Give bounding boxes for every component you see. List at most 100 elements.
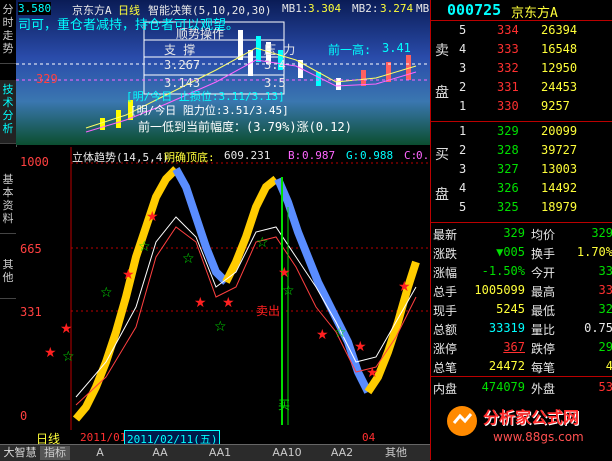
left-vertical-tabs: 分时走势 技术分析 基本资料 其他 [0,0,17,444]
stat-value: 33 [598,283,612,297]
svg-text:☆: ☆ [100,285,113,301]
support-label: 支 撑 [164,43,196,57]
svg-text:★: ★ [60,321,73,337]
stats-row: 现手 5245 最低 32 [431,300,612,319]
prev-high-value: 3.41 [382,41,411,55]
tab-other[interactable]: 其他 [0,255,16,299]
stat-value: 1.70% [576,245,612,259]
indicator-tabs: 大智慧 指标 A AA AA1 AA10 AA2 其他 [0,444,430,461]
price: 329 [497,124,519,138]
mb1-value: 3.304 [308,2,342,15]
tab-aa1[interactable]: AA1 [200,446,240,460]
buy-label-2: 盘 [435,187,449,203]
stat-key: 今开 [531,266,556,280]
stat-key: 涨幅 [433,266,458,280]
buy-row: 2 328 39727 [453,141,612,160]
svg-text:★: ★ [278,265,291,281]
volume: 39727 [541,143,578,157]
mid-price-label: 329 [36,72,58,86]
stat-value: 329 [591,226,612,240]
prev-high-label: 前一高: [328,43,372,57]
tab-technical[interactable]: 技术分析 [0,80,16,144]
volume: 24453 [541,80,578,94]
sell-row: 1 330 9257 [453,97,612,116]
svg-text:★: ★ [44,345,57,361]
brand-label: 大智慧 [3,446,37,459]
svg-text:☆: ☆ [138,239,151,255]
decision-chart-panel[interactable]: 3.580 京东方A 日线 智能决策(5,10,20,30) MB1: 3.30… [16,0,430,145]
svg-text:★: ★ [354,339,367,355]
stat-value: -1.50% [481,264,525,278]
tab-aa10[interactable]: AA10 [262,446,312,460]
level: 4 [459,181,467,195]
volume: 9257 [541,99,570,113]
svg-text:☆: ☆ [62,349,75,365]
tab-other-bottom[interactable]: 其他 [376,446,416,460]
tab-fundamentals[interactable]: 基本资料 [0,170,16,234]
stat-value: 329 [503,226,525,240]
stat-value: 32 [598,302,612,316]
date-end: 04 [362,431,376,444]
stats-row: 内盘 474079 外盘 53 [431,378,612,397]
price: 327 [497,162,519,176]
trend-indicator-chart[interactable]: 立体趋势(14,5,4) 明确顶底: 609.231 B: 0.987 G: 0… [16,147,430,432]
tab-intraday[interactable]: 分时走势 [0,0,16,64]
stock-name: 京东方A [511,6,558,21]
sell-row: 4 333 16548 [453,40,612,59]
pressure-label: 压 力 [264,43,296,57]
sell-side-label: 卖 盘 [431,22,451,118]
stat-value: 53 [598,380,612,394]
tab-indicator[interactable]: 指标 [40,446,70,460]
stats-row: 总额 33319 量比 0.75 [431,319,612,338]
svg-text:★: ★ [398,279,411,295]
stats-row: 涨幅 -1.50% 今开 33 [431,262,612,281]
price: 331 [497,80,519,94]
stat-key: 总额 [433,323,458,337]
stats-table: 最新 329 均价 329 涨跌 ▼005 换手 1.70% 涨幅 -1.50% 今开 33 总手… [431,224,612,400]
quote-panel: 000725 京东方A 卖 盘 5 334 26394 4 333 16548 3 332… [430,0,612,460]
stat-key: 涨跌 [433,247,458,261]
watermark-url: www.88gs.com [493,430,584,444]
sell-row: 3 332 12950 [453,59,612,78]
stat-key: 外盘 [531,382,556,396]
sell-orders: 5 334 26394 4 333 16548 3 332 12950 2 331 24453 … [453,21,612,121]
level: 1 [459,124,467,138]
sell-row: 5 334 26394 [453,21,612,40]
stat-key: 换手 [531,247,556,261]
stat-value: 24472 [488,359,525,373]
tab-aa[interactable]: AA [140,446,180,460]
stat-value: 474079 [481,380,525,394]
price: 330 [497,99,519,113]
price: 333 [497,42,519,56]
buy-orders: 1 329 20099 2 328 39727 3 327 13003 4 326 14492 … [453,122,612,222]
trend-staircase [72,166,420,422]
buy-annotation: 买 [278,398,290,412]
price: 334 [497,23,519,37]
quote-header: 000725 京东方A [431,0,612,21]
tab-a[interactable]: A [80,446,120,460]
svg-text:☆: ☆ [334,325,347,341]
amplitude-line: 前一低到当前幅度：(3.79%)涨(0.12) [138,120,352,134]
stats-row: 涨跌 ▼005 换手 1.70% [431,243,612,262]
mb1-label: MB1: [282,2,309,15]
date-bar: 日线 2011/01 2011/02/11(五) 04 [16,430,430,448]
stat-key: 均价 [531,228,556,242]
date-start: 2011/01 [80,431,127,444]
stat-key: 最新 [433,228,458,242]
price: 328 [497,143,519,157]
level: 2 [459,143,467,157]
stat-key: 总手 [433,285,458,299]
volume: 18979 [541,200,578,214]
svg-text:★: ★ [316,327,329,343]
volume: 14492 [541,181,578,195]
stat-key: 总笔 [433,361,458,375]
stats-row: 涨停 367 跌停 29 [431,338,612,357]
watermark-logo-icon [447,406,477,436]
mb2-label: MB2: [352,2,379,15]
level: 4 [459,42,467,56]
stat-key: 量比 [531,323,556,337]
trend-label: 顺势操作 [176,27,225,41]
price: 326 [497,181,519,195]
tab-aa2[interactable]: AA2 [322,446,362,460]
sell-label-2: 盘 [435,85,449,101]
